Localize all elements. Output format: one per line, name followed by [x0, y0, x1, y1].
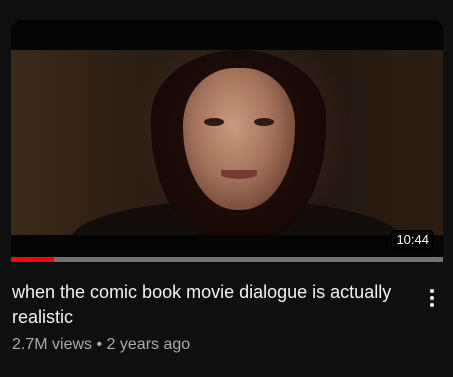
upload-age: 2 years ago	[106, 336, 191, 353]
video-meta: when the comic book movie dialogue is ac…	[12, 280, 402, 356]
watch-progress-fill	[11, 257, 55, 262]
thumbnail-mouth	[221, 170, 257, 179]
thumbnail-eye-left	[204, 118, 224, 126]
letterbox-top	[11, 20, 443, 50]
thumbnail-image	[11, 50, 443, 235]
meta-separator: •	[96, 336, 103, 353]
view-count: 2.7M views	[12, 336, 93, 353]
more-vert-icon[interactable]	[421, 284, 443, 312]
video-subline: 2.7M views • 2 years ago	[12, 334, 402, 356]
menu-dot	[430, 303, 434, 307]
thumbnail-eye-right	[254, 118, 274, 126]
menu-dot	[430, 289, 434, 293]
watch-progress-bar	[11, 257, 443, 262]
video-card[interactable]: 10:44 when the comic book movie dialogue…	[0, 0, 453, 377]
duration-badge: 10:44	[391, 230, 434, 250]
menu-dot	[430, 296, 434, 300]
video-title[interactable]: when the comic book movie dialogue is ac…	[12, 280, 402, 330]
video-thumbnail[interactable]: 10:44	[11, 20, 443, 263]
